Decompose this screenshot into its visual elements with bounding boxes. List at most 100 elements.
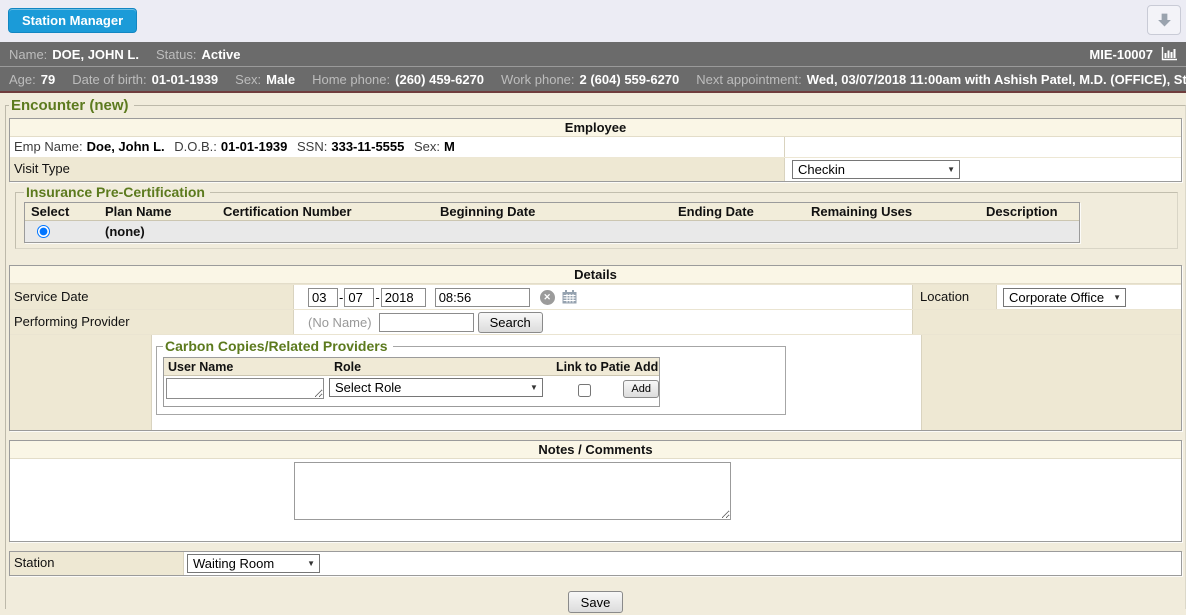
top-toolbar: Station Manager (0, 0, 1186, 42)
col-select: Select (25, 203, 99, 220)
service-time-input[interactable] (435, 288, 530, 307)
col-ending-date: Ending Date (672, 203, 805, 220)
col-add: Add (630, 358, 659, 375)
patient-id: MIE-10007 (1089, 47, 1153, 62)
provider-search-button[interactable]: Search (478, 312, 543, 333)
precert-table-header: Select Plan Name Certification Number Be… (25, 203, 1079, 221)
col-plan-name: Plan Name (99, 203, 217, 220)
visit-type-label: Visit Type (10, 158, 785, 181)
employee-section: Employee Emp Name:Doe, John L. D.O.B.:01… (9, 118, 1182, 182)
next-appointment-label: Next appointment: (696, 72, 802, 87)
carbon-copies-row: Carbon Copies/Related Providers User Nam… (10, 334, 1181, 430)
download-button[interactable] (1147, 5, 1181, 35)
provider-search-input[interactable] (379, 313, 474, 332)
main-content: Encounter (new) Employee Emp Name:Doe, J… (0, 97, 1186, 615)
carbon-copies-input-row: Select Role Add (164, 376, 659, 406)
service-date-year-input[interactable] (381, 288, 426, 307)
carbon-copies-fieldset: Carbon Copies/Related Providers User Nam… (156, 338, 786, 415)
cc-link-to-patient-checkbox[interactable] (578, 384, 591, 397)
cc-user-name-input[interactable] (166, 378, 324, 399)
precert-plan-name: (none) (99, 224, 217, 239)
status-label: Status: (156, 47, 196, 62)
location-select[interactable]: Corporate Office (1003, 288, 1126, 307)
precert-table: Select Plan Name Certification Number Be… (24, 202, 1080, 243)
precert-select-radio[interactable] (37, 225, 50, 238)
station-select[interactable]: Waiting Room (187, 554, 320, 573)
col-user-name: User Name (164, 358, 330, 375)
col-beginning-date: Beginning Date (434, 203, 672, 220)
emp-name-label: Emp Name: (14, 139, 83, 154)
clear-date-icon[interactable] (540, 290, 555, 305)
performing-provider-label: Performing Provider (10, 310, 294, 334)
home-phone-value: (260) 459-6270 (395, 72, 484, 87)
location-label: Location (912, 285, 997, 309)
cc-role-select[interactable]: Select Role (329, 378, 543, 397)
cc-add-button[interactable]: Add (623, 380, 659, 398)
details-header: Details (10, 266, 1181, 284)
provider-no-name: (No Name) (308, 315, 372, 330)
station-label: Station (10, 552, 184, 575)
insurance-precert-fieldset: Insurance Pre-Certification Select Plan … (15, 184, 1178, 249)
sex-value: Male (266, 72, 295, 87)
location-selected-value: Corporate Office (1009, 290, 1104, 305)
home-phone-label: Home phone: (312, 72, 390, 87)
performing-provider-cell: (No Name) Search (294, 310, 912, 334)
date-separator: - (375, 290, 379, 305)
carbon-copies-legend: Carbon Copies/Related Providers (163, 338, 393, 354)
cc-role-selected-value: Select Role (335, 380, 401, 395)
employee-info-spacer (785, 137, 1181, 157)
carbon-copies-left-filler (10, 335, 152, 430)
visit-type-row: Visit Type Checkin (10, 158, 1181, 181)
work-phone-label: Work phone: (501, 72, 574, 87)
details-right-filler (912, 310, 1181, 334)
page: Station Manager Name: DOE, JOHN L. Statu… (0, 0, 1186, 615)
patient-chart-button[interactable] (1161, 47, 1177, 61)
next-appointment-value: Wed, 03/07/2018 11:00am with Ashish Pate… (807, 72, 1186, 87)
status-value: Active (201, 47, 240, 62)
save-button[interactable]: Save (568, 591, 624, 613)
emp-sex-label: Sex: (414, 139, 440, 154)
divider (0, 91, 1186, 93)
emp-dob-value: 01-01-1939 (221, 139, 288, 154)
visit-type-cell: Checkin (785, 158, 1181, 181)
patient-name: DOE, JOHN L. (52, 47, 139, 62)
precert-row-none: (none) (25, 221, 1079, 242)
chevron-down-icon (307, 559, 315, 568)
station-cell: Waiting Room (184, 552, 1181, 575)
emp-ssn-value: 333-11-5555 (331, 139, 404, 154)
patient-name-bar: Name: DOE, JOHN L. Status: Active MIE-10… (0, 42, 1186, 67)
details-section: Details Service Date - - (9, 265, 1182, 431)
service-date-label: Service Date (10, 285, 294, 309)
calendar-icon[interactable] (562, 290, 577, 304)
download-icon (1156, 12, 1173, 29)
station-section: Station Waiting Room (9, 551, 1182, 576)
chevron-down-icon (1113, 293, 1121, 302)
save-row: Save (9, 591, 1182, 613)
col-role: Role (330, 358, 552, 375)
notes-section: Notes / Comments (9, 440, 1182, 542)
age-value: 79 (41, 72, 55, 87)
col-link-to-patient: Link to Patient (552, 358, 630, 375)
employee-header: Employee (10, 119, 1181, 137)
station-selected-value: Waiting Room (193, 556, 274, 571)
emp-ssn-label: SSN: (297, 139, 327, 154)
work-phone-value: 2 (604) 559-6270 (580, 72, 680, 87)
notes-textarea[interactable] (294, 462, 731, 520)
insurance-precert-legend: Insurance Pre-Certification (24, 184, 210, 200)
age-label: Age: (9, 72, 36, 87)
visit-type-select[interactable]: Checkin (792, 160, 960, 179)
service-date-day-input[interactable] (344, 288, 374, 307)
encounter-fieldset: Encounter (new) Employee Emp Name:Doe, J… (5, 97, 1186, 609)
col-certification-number: Certification Number (217, 203, 434, 220)
details-right-filler (921, 335, 1181, 430)
emp-sex-value: M (444, 139, 455, 154)
station-manager-button[interactable]: Station Manager (8, 8, 137, 33)
carbon-copies-cell: Carbon Copies/Related Providers User Nam… (152, 335, 921, 430)
service-date-month-input[interactable] (308, 288, 338, 307)
encounter-legend: Encounter (new) (9, 97, 134, 114)
notes-header: Notes / Comments (10, 441, 1181, 459)
patient-demographics-bar: Age: 79 Date of birth: 01-01-1939 Sex: M… (0, 67, 1186, 91)
station-row: Station Waiting Room (10, 552, 1181, 575)
col-description: Description (980, 203, 1079, 220)
visit-type-selected-value: Checkin (798, 162, 845, 177)
